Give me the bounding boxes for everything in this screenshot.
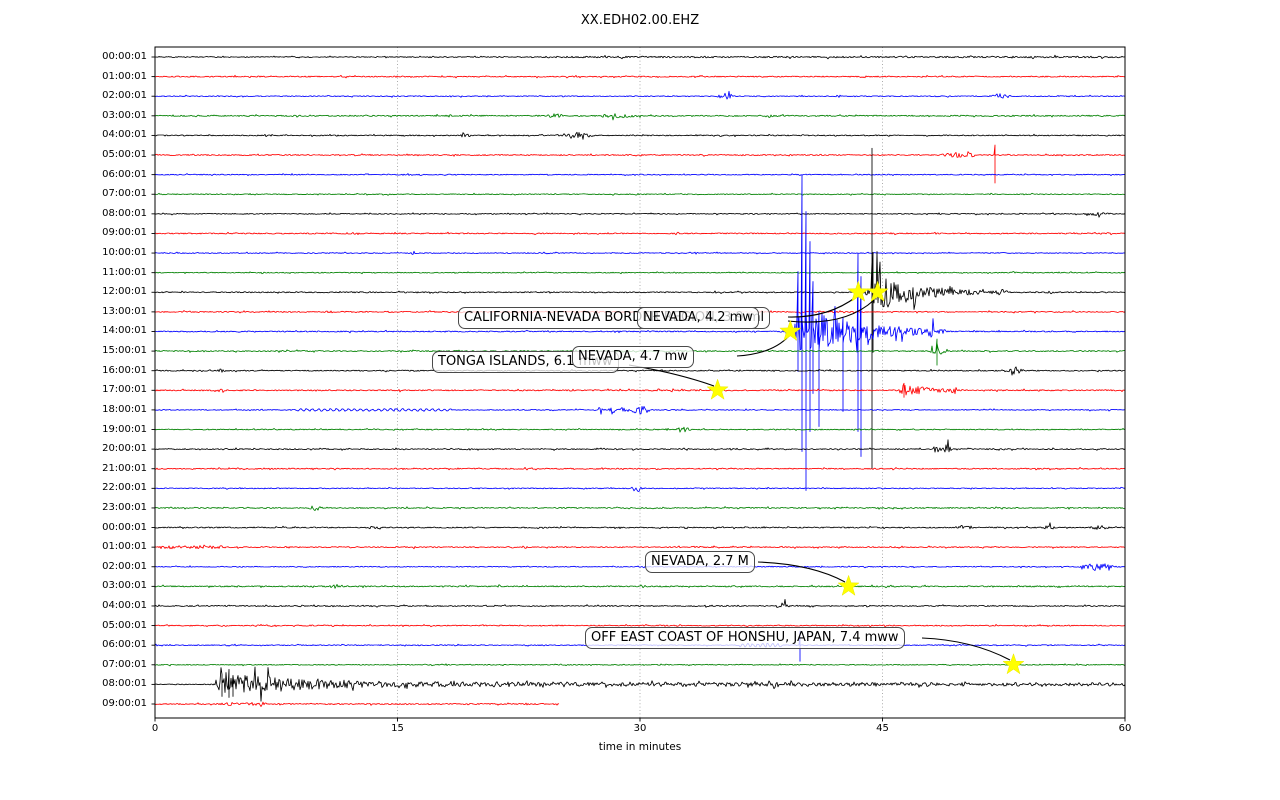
row-time-label: 12:00:01 (102, 286, 147, 298)
row-time-label: 20:00:01 (102, 443, 147, 455)
row-time-label: 06:00:01 (102, 168, 147, 180)
row-time-label: 02:00:01 (102, 560, 147, 572)
row-time-label: 17:00:01 (102, 384, 147, 396)
trace-row (155, 54, 1125, 60)
row-time-label: 23:00:01 (102, 501, 147, 513)
x-tick-label: 60 (1118, 723, 1132, 734)
row-time-label: 04:00:01 (102, 599, 147, 611)
axis-ticks (151, 56, 1126, 722)
row-time-label: 15:00:01 (102, 345, 147, 357)
row-time-label: 05:00:01 (102, 619, 147, 631)
event-star-icon (1002, 653, 1025, 675)
row-time-label: 03:00:01 (102, 580, 147, 592)
row-time-label: 11:00:01 (102, 266, 147, 278)
trace-row (155, 74, 1125, 79)
x-tick-label: 30 (633, 723, 647, 734)
x-tick-label: 0 (151, 723, 159, 734)
event-connector (757, 561, 846, 583)
row-time-label: 13:00:01 (102, 305, 147, 317)
event-stars (706, 280, 1025, 675)
event-connector (628, 364, 715, 387)
row-time-label: 08:00:01 (102, 207, 147, 219)
row-time-label: 05:00:01 (102, 149, 147, 161)
trace-row (155, 212, 1125, 218)
row-time-label: 10:00:01 (102, 247, 147, 259)
row-time-label: 09:00:01 (102, 697, 147, 709)
event-label: OFF EAST COAST OF HONSHU, JAPAN, 7.4 mww (585, 627, 905, 649)
row-time-label: 07:00:01 (102, 658, 147, 670)
row-time-label: 19:00:01 (102, 423, 147, 435)
event-connector (921, 637, 1011, 661)
seismogram-figure: XX.EDH02.00.EHZ 00:00:01 01:00:01 02:00:01… (0, 0, 1280, 800)
event-star-icon (706, 378, 729, 400)
row-time-label: 18:00:01 (102, 403, 147, 415)
row-time-label: 07:00:01 (102, 188, 147, 200)
event-label: NEVADA, 2.7 M (645, 551, 755, 573)
row-time-label: 02:00:01 (102, 90, 147, 102)
row-time-label: 08:00:01 (102, 678, 147, 690)
trace-row (155, 382, 1125, 398)
trace-row (155, 701, 560, 707)
row-time-label: 06:00:01 (102, 639, 147, 651)
trace-row (155, 173, 1125, 177)
x-tick-label: 15 (391, 723, 404, 734)
row-time-label: 22:00:01 (102, 482, 147, 494)
trace-row (155, 544, 1125, 550)
row-time-label: 04:00:01 (102, 129, 147, 141)
trace-row (155, 666, 1125, 702)
trace-row (155, 598, 1125, 608)
row-time-label: 00:00:01 (102, 521, 147, 533)
trace-row (155, 466, 1125, 471)
row-time-label: 01:00:01 (102, 541, 147, 553)
trace-row (155, 144, 1125, 184)
helicorder-plot (151, 46, 1126, 722)
event-label: NEVADA, 4.7 mw (572, 346, 694, 368)
row-time-label: 21:00:01 (102, 462, 147, 474)
row-time-label: 00:00:01 (102, 51, 147, 62)
trace-row (155, 663, 1125, 667)
event-star-icon (837, 574, 860, 596)
row-time-label: 01:00:01 (102, 70, 147, 82)
row-time-label: 09:00:01 (102, 227, 147, 239)
event-connector (736, 335, 790, 357)
row-time-label: 03:00:01 (102, 109, 147, 121)
trace-row (155, 192, 1125, 196)
x-tick-label: 45 (876, 723, 889, 734)
axes-frame (154, 46, 1126, 719)
row-time-label: 14:00:01 (102, 325, 147, 337)
event-label: NEVADA, 4.2 mw (637, 307, 759, 329)
trace-row (155, 486, 1125, 492)
trace-row (155, 563, 1125, 571)
x-axis-label: time in minutes (598, 741, 682, 753)
row-time-label: 16:00:01 (102, 364, 147, 376)
trace-row (155, 131, 1125, 140)
